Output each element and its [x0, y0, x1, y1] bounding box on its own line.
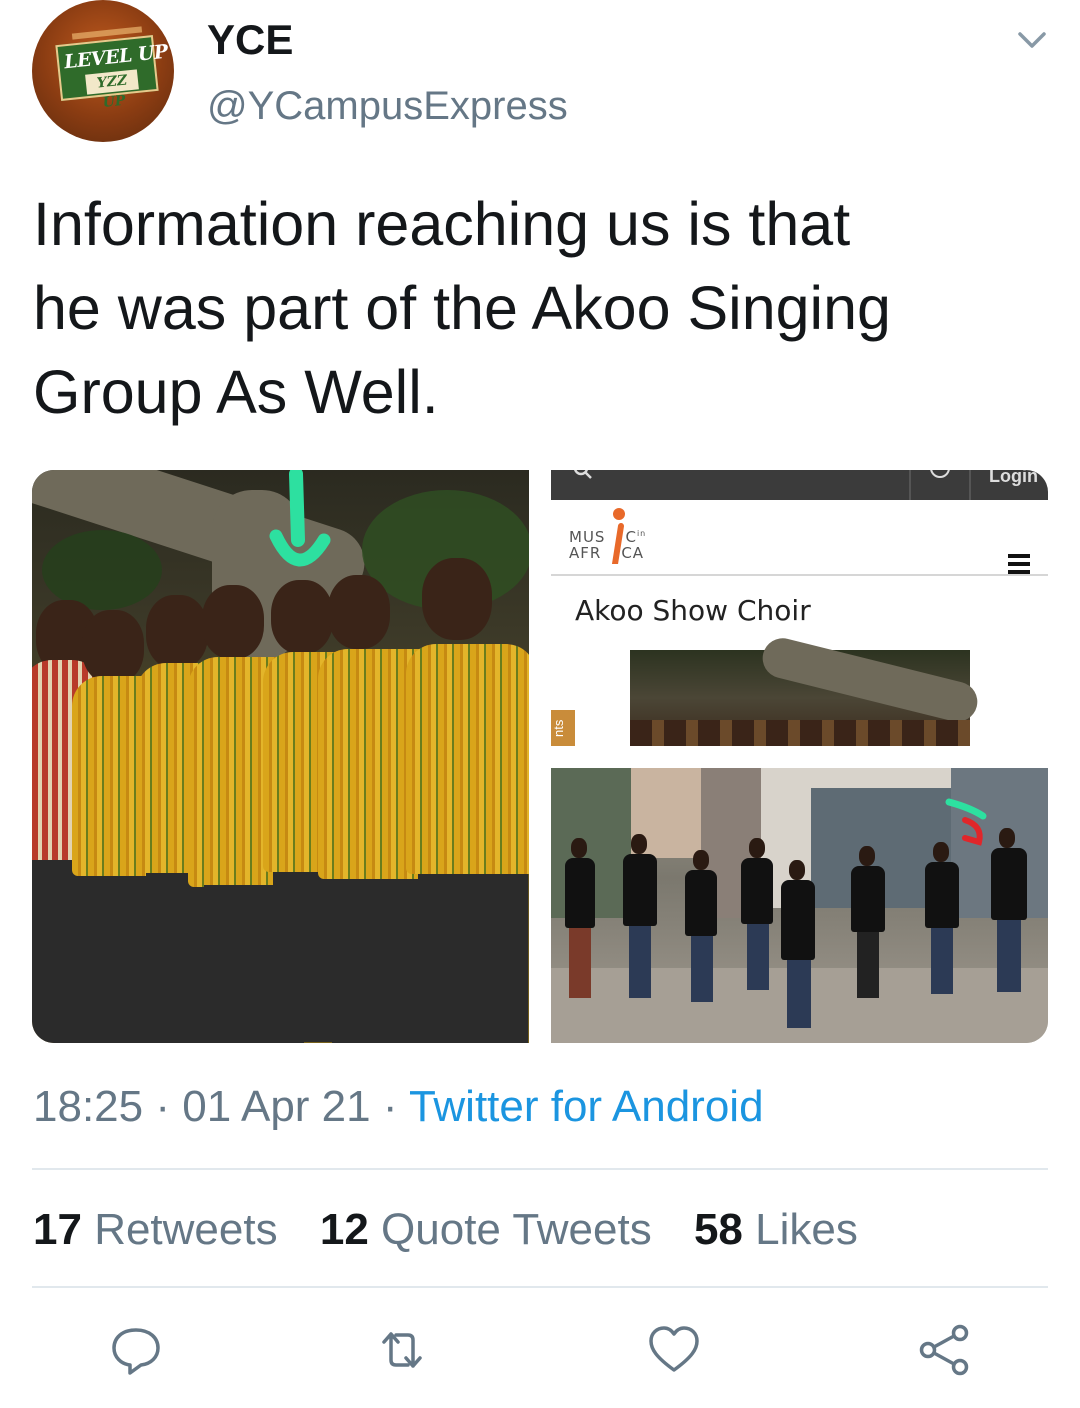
site-topbar: Login [551, 470, 1048, 500]
retweet-icon[interactable] [374, 1322, 430, 1378]
reply-icon[interactable] [108, 1322, 164, 1378]
share-icon[interactable] [916, 1322, 972, 1378]
menu-icon [1008, 554, 1030, 574]
tweet-stats: 17 Retweets 12 Quote Tweets 58 Likes [33, 1205, 888, 1255]
site-header: MUS Cin AFR CA [551, 500, 1048, 576]
tweet-date: 01 Apr 21 [182, 1082, 371, 1131]
tweet-meta: 18:25 · 01 Apr 21 · Twitter for Android [33, 1082, 764, 1132]
likes-stat[interactable]: 58 Likes [694, 1205, 858, 1254]
media-image-street[interactable] [551, 768, 1048, 1043]
tweet-text-line: Group As Well. [33, 358, 439, 426]
site-login-link: Login [989, 470, 1038, 486]
display-name[interactable]: YCE [207, 16, 293, 64]
user-handle[interactable]: @YCampusExpress [207, 84, 568, 129]
tweet-text-line: he was part of the Akoo Singing [33, 274, 891, 342]
heart-icon[interactable] [646, 1322, 702, 1378]
profile-avatar[interactable]: LEVEL UP YZZ UP [32, 0, 174, 142]
chevron-down-icon[interactable] [1012, 22, 1052, 58]
site-thumbnail [630, 633, 982, 746]
divider [32, 1286, 1048, 1288]
tweet-text-line: Information reaching us is that [33, 190, 851, 258]
retweets-stat[interactable]: 17 Retweets [33, 1205, 278, 1254]
quote-tweets-stat[interactable]: 12 Quote Tweets [320, 1205, 652, 1254]
tweet-media: Login MUS Cin AFR CA Akoo Show Choir nts [32, 470, 1048, 1043]
globe-icon [930, 470, 950, 478]
divider [32, 1168, 1048, 1170]
media-image-choir[interactable] [32, 470, 529, 1043]
search-icon [574, 470, 592, 479]
site-page-title: Akoo Show Choir [575, 594, 811, 627]
site-logo-i-icon [612, 508, 625, 564]
foliage [42, 530, 162, 610]
arrow-annotation-icon [269, 470, 331, 567]
meta-separator: · [382, 1082, 398, 1131]
tweet-time: 18:25 [33, 1082, 144, 1131]
site-logo: MUS Cin AFR CA [569, 528, 647, 562]
tweet-text: Information reaching us is that he was p… [33, 182, 1043, 434]
tweet-source-link[interactable]: Twitter for Android [409, 1082, 764, 1131]
meta-separator: · [155, 1082, 170, 1131]
site-side-tab: nts [551, 710, 575, 746]
media-image-website[interactable]: Login MUS Cin AFR CA Akoo Show Choir nts [551, 470, 1048, 746]
arrow-annotation-icon [945, 798, 987, 846]
